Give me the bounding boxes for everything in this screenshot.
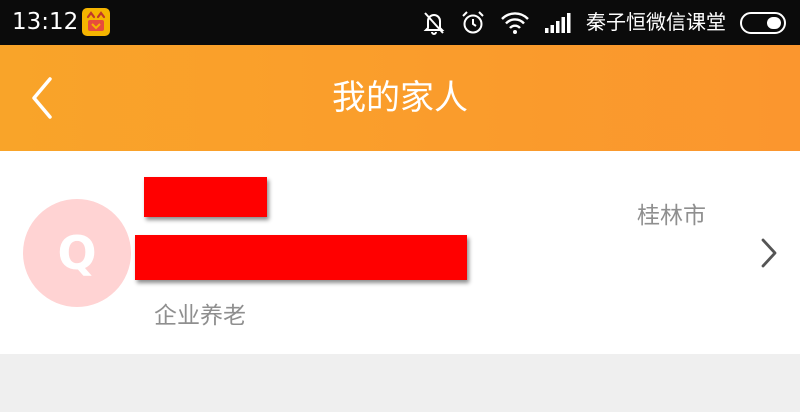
header-bar: 我的家人: [0, 45, 800, 151]
status-icons: 秦子恒微信课堂: [408, 0, 786, 45]
pension-type-label: 企业养老: [154, 303, 246, 329]
status-time: 13:12: [12, 9, 79, 35]
page-title: 我的家人: [332, 78, 468, 118]
signal-icon: [545, 12, 571, 33]
battery-icon: [740, 11, 786, 34]
chevron-right-icon[interactable]: [756, 237, 780, 269]
alarm-icon: [462, 10, 484, 33]
city-label: 桂林市: [637, 203, 706, 229]
family-member-row[interactable]: Q 企业养老 桂林市: [0, 151, 800, 354]
redacted-name-block: [144, 177, 267, 217]
avatar: Q: [23, 199, 131, 307]
redacted-id-block: [135, 235, 467, 280]
app-notification-icon: [82, 8, 110, 36]
wifi-icon: [501, 11, 529, 34]
status-bar: 13:12 秦子恒微信课堂: [0, 0, 800, 45]
carrier-label: 秦子恒微信课堂: [586, 10, 726, 34]
mute-bell-icon: [423, 11, 445, 35]
